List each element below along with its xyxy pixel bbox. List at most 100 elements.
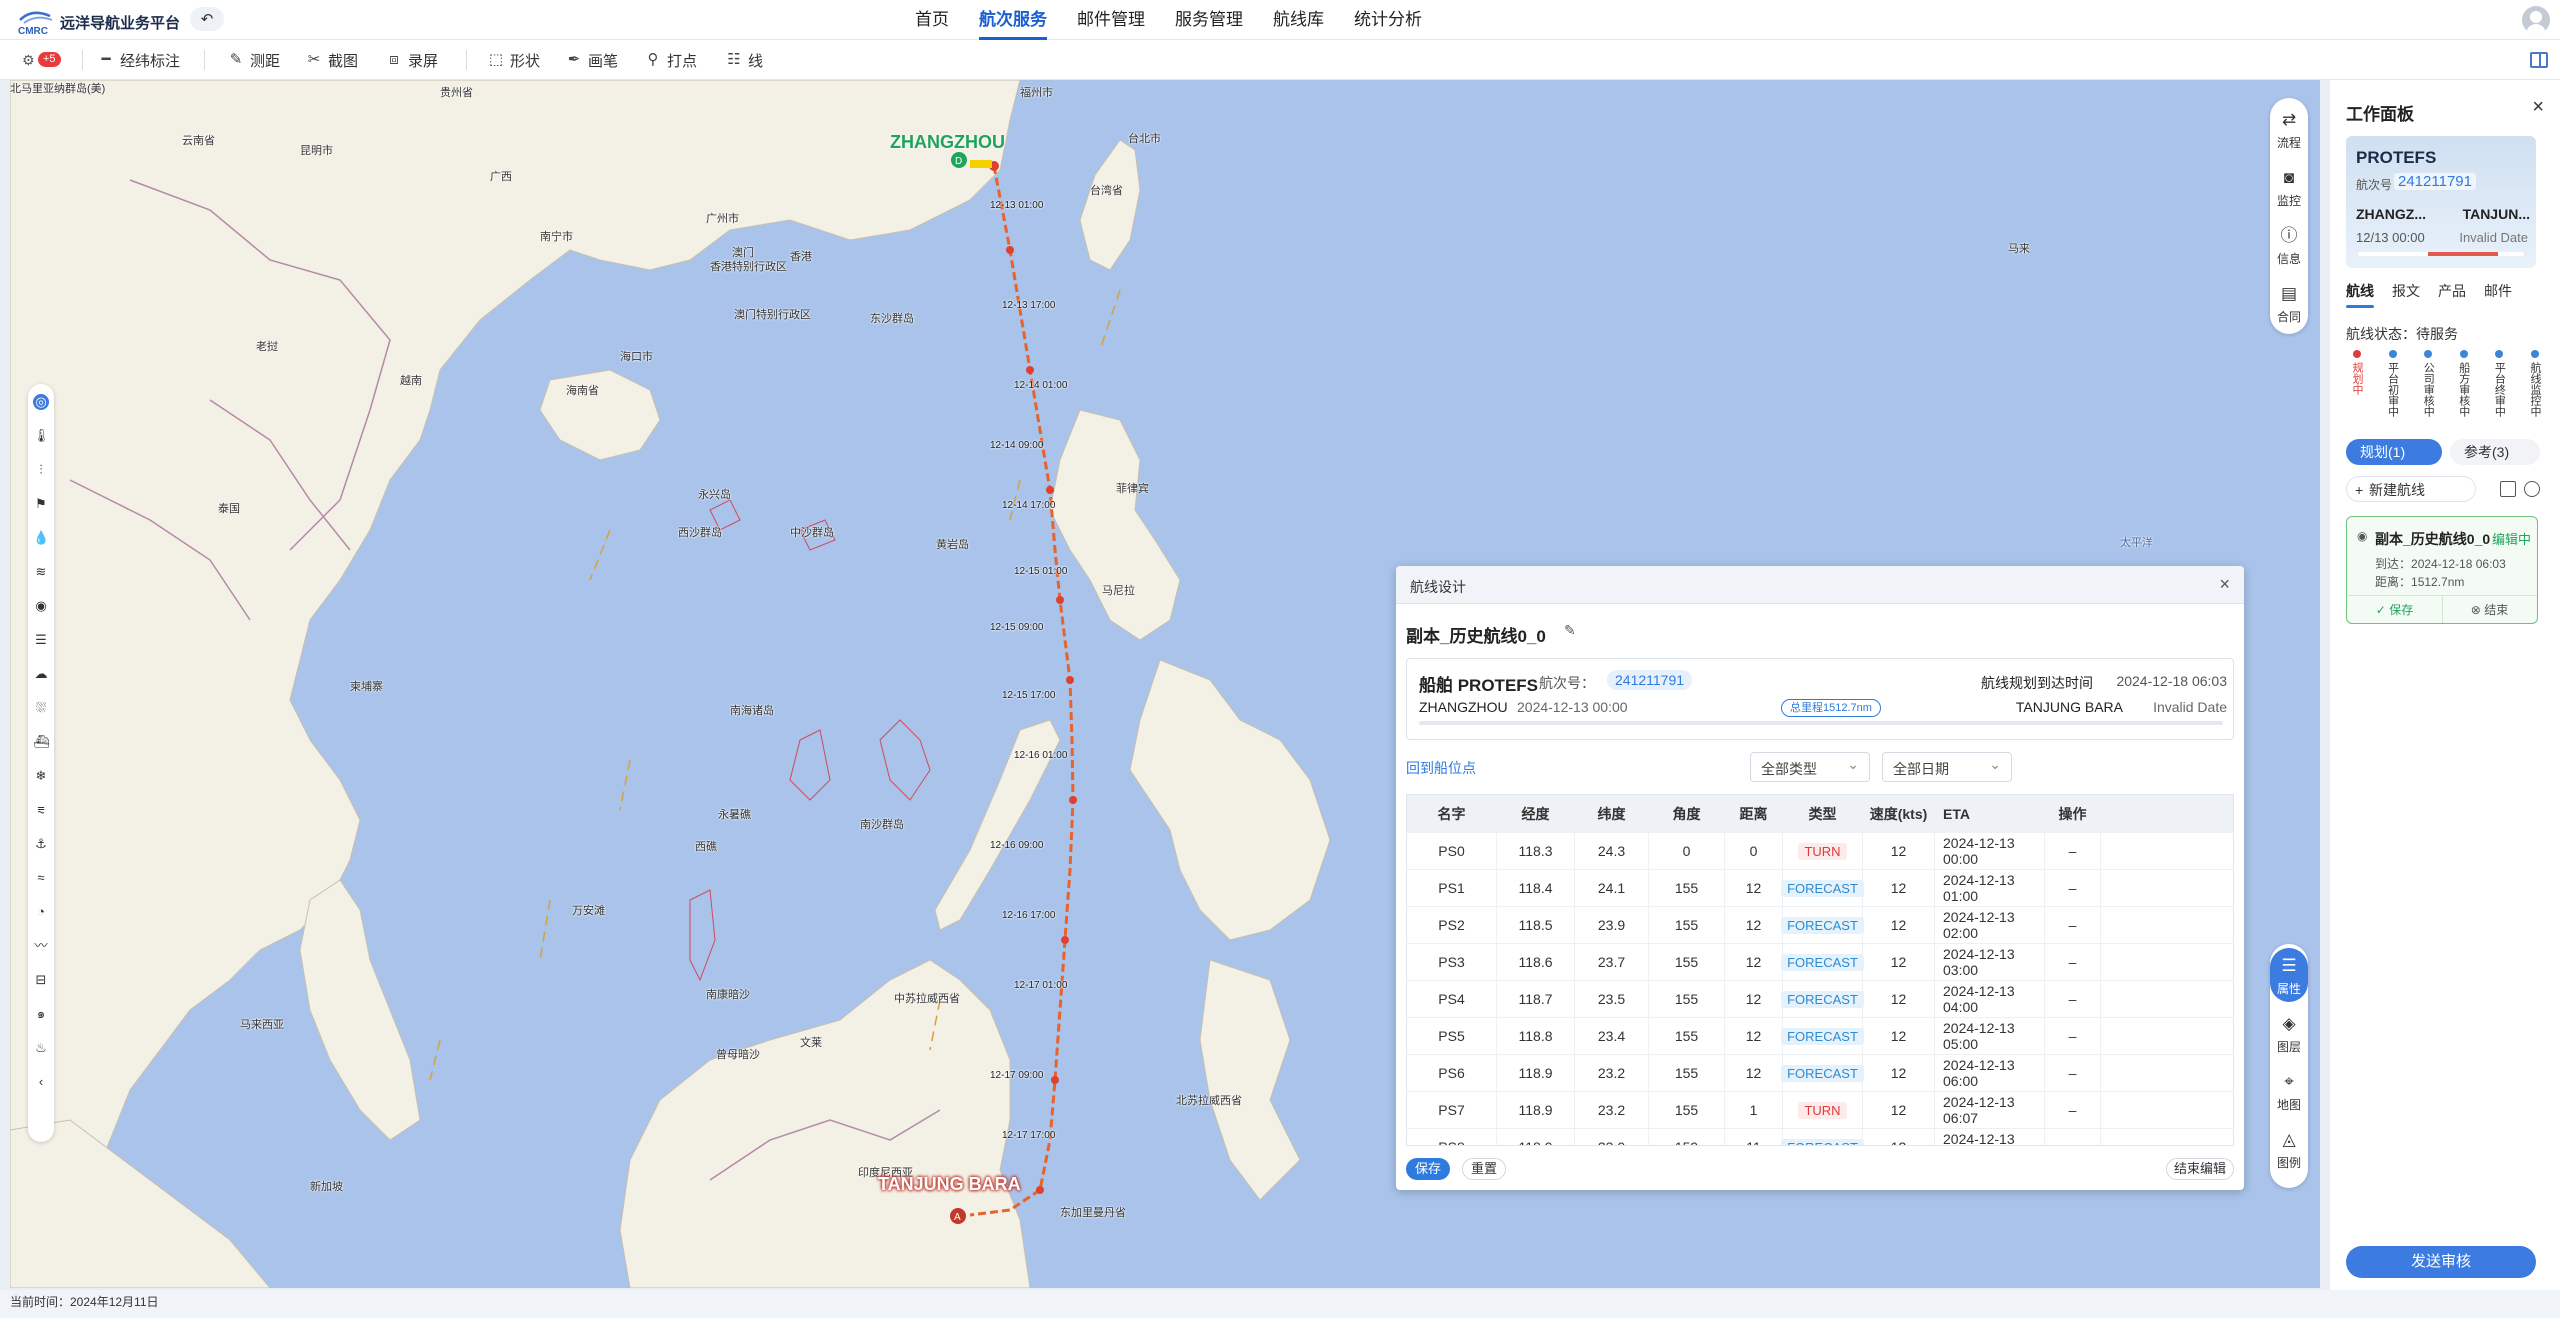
ship-icon[interactable] bbox=[970, 160, 992, 168]
nav-item-3[interactable]: 服务管理 bbox=[1160, 0, 1258, 40]
end-edit-button[interactable]: 结束编辑 bbox=[2166, 1158, 2234, 1180]
ice-edge-icon[interactable]: ⊟ bbox=[33, 972, 49, 988]
eye-icon[interactable]: ◉ bbox=[2357, 529, 2367, 543]
contract-icon: ▤ bbox=[2280, 284, 2298, 303]
route-save-button[interactable]: ✓ 保存 bbox=[2347, 595, 2443, 623]
back-to-ship-link[interactable]: 回到船位点 bbox=[1406, 758, 1476, 778]
import-icon[interactable] bbox=[2500, 481, 2516, 497]
plan-tab-button[interactable]: 规划(1) bbox=[2346, 439, 2442, 465]
table-cell-op[interactable]: – bbox=[2045, 870, 2101, 906]
edit-icon[interactable]: ✎ bbox=[1564, 622, 1576, 639]
ice-icon[interactable]: ❄ bbox=[33, 768, 49, 784]
tide-icon[interactable]: ⩳ bbox=[33, 802, 49, 818]
work-panel-tab-3[interactable]: 邮件 bbox=[2484, 280, 2512, 310]
table-cell-op[interactable]: – bbox=[2045, 1055, 2101, 1091]
table-row[interactable]: PS5 118.8 23.4 155 12 FORECAST 12 2024-12-13 05… bbox=[1407, 1018, 2233, 1055]
nav-item-4[interactable]: 航线库 bbox=[1258, 0, 1339, 40]
type-filter-select[interactable]: 全部类型 bbox=[1750, 752, 1870, 782]
cell-value: – bbox=[2068, 1102, 2077, 1118]
nav-item-1[interactable]: 航次服务 bbox=[964, 0, 1062, 40]
nav-item-5[interactable]: 统计分析 bbox=[1339, 0, 1437, 40]
current-icon[interactable]: ≈ bbox=[33, 870, 49, 886]
route-end-button[interactable]: ⊗ 结束 bbox=[2442, 595, 2537, 623]
tool-7[interactable]: ☷ 线 bbox=[726, 40, 763, 80]
tool-1[interactable]: ✎ 测距 bbox=[228, 40, 280, 80]
right-tool-3[interactable]: ▤ 合同 bbox=[2270, 276, 2308, 330]
close-icon[interactable]: × bbox=[2219, 574, 2230, 595]
table-row[interactable]: PS0 118.3 24.3 0 0 TURN 12 2024-12-13 00:00 – bbox=[1407, 833, 2233, 870]
table-cell-op[interactable]: – bbox=[2045, 833, 2101, 869]
route-time-label: 12-14 01:00 bbox=[1014, 380, 1068, 391]
heat-icon[interactable]: ♨ bbox=[33, 1040, 49, 1056]
compass-icon[interactable]: ◎ bbox=[33, 394, 49, 410]
reset-button[interactable]: 重置 bbox=[1462, 1158, 1506, 1180]
avatar[interactable] bbox=[2522, 6, 2550, 34]
tool-label: 截图 bbox=[328, 52, 359, 70]
table-row[interactable]: PS7 118.9 23.2 155 1 TURN 12 2024-12-13 06:07 – bbox=[1407, 1092, 2233, 1129]
collapse-icon[interactable]: ‹ bbox=[33, 1074, 49, 1090]
tool-4[interactable]: ⬚ 形状 bbox=[488, 40, 540, 80]
save-button[interactable]: 保存 bbox=[1406, 1158, 1450, 1180]
nav-item-2[interactable]: 邮件管理 bbox=[1062, 0, 1160, 40]
table-row[interactable]: PS3 118.6 23.7 155 12 FORECAST 12 2024-12-13 03… bbox=[1407, 944, 2233, 981]
cloud-icon[interactable]: ☁ bbox=[33, 666, 49, 682]
cell-value: 12 bbox=[1745, 880, 1762, 896]
work-panel-tab-0[interactable]: 航线 bbox=[2346, 280, 2374, 310]
right-tool-label: 图例 bbox=[2276, 1156, 2301, 1170]
table-cell-op[interactable]: – bbox=[2045, 1092, 2101, 1128]
close-icon[interactable]: × bbox=[2532, 96, 2544, 119]
notification-button[interactable]: ⚙ +5 bbox=[20, 48, 61, 72]
tool-6[interactable]: ⚲ 打点 bbox=[645, 40, 698, 80]
back-button[interactable]: ↶ bbox=[190, 7, 224, 31]
right-tool-1[interactable]: ◈ 图层 bbox=[2270, 1006, 2308, 1060]
wind-icon[interactable]: ≋ bbox=[33, 564, 49, 580]
right-tool-2[interactable]: ⓘ 信息 bbox=[2270, 218, 2308, 272]
tool-5[interactable]: ✒ 画笔 bbox=[566, 40, 618, 80]
flag-icon[interactable]: ⚑ bbox=[33, 496, 49, 512]
drop-icon[interactable]: 💧 bbox=[33, 530, 49, 546]
typhoon-icon[interactable]: ๑ bbox=[33, 1006, 49, 1022]
temperature-icon[interactable]: ⫶ bbox=[33, 462, 49, 478]
right-tool-0[interactable]: ⇄ 流程 bbox=[2270, 102, 2308, 156]
history-icon[interactable] bbox=[2524, 481, 2540, 497]
right-tool-3[interactable]: ◬ 图例 bbox=[2270, 1122, 2308, 1176]
work-panel-tab-2[interactable]: 产品 bbox=[2438, 280, 2466, 310]
table-cell-lat: 23.2 bbox=[1575, 1092, 1649, 1128]
ship-card[interactable]: PROTEFS 航次号 241211791 ZHANGZ... TANJUN..… bbox=[2346, 136, 2536, 268]
tool-2[interactable]: ✂ 截图 bbox=[306, 40, 358, 80]
cloud-rain-icon[interactable]: ⛆ bbox=[33, 700, 49, 716]
right-tool-0[interactable]: ☰ 属性 bbox=[2270, 948, 2308, 1002]
table-row[interactable]: PS6 118.9 23.2 155 12 FORECAST 12 2024-12-13 06… bbox=[1407, 1055, 2233, 1092]
table-row[interactable]: PS4 118.7 23.5 155 12 FORECAST 12 2024-12-13 04… bbox=[1407, 981, 2233, 1018]
thermometer-icon[interactable]: 🌡 bbox=[33, 428, 50, 444]
ship-icon[interactable]: ⛴ bbox=[33, 734, 50, 750]
route-card[interactable]: ◉ 副本_历史航线0_0 编辑中 到达：2024-12-18 06:03 距离：… bbox=[2346, 516, 2538, 624]
table-cell-op[interactable]: – bbox=[2045, 907, 2101, 943]
table-cell-op[interactable]: – bbox=[2045, 1018, 2101, 1054]
nav-item-0[interactable]: 首页 bbox=[900, 0, 964, 40]
date-filter-select[interactable]: 全部日期 bbox=[1882, 752, 2012, 782]
work-panel-tab-1[interactable]: 报文 bbox=[2392, 280, 2420, 310]
reference-tab-button[interactable]: 参考(3) bbox=[2450, 439, 2540, 465]
pressure-icon[interactable]: ◔ bbox=[33, 904, 49, 920]
tool-0[interactable]: ━ 经纬标注 bbox=[98, 40, 180, 80]
submit-review-button[interactable]: 发送审核 bbox=[2346, 1246, 2536, 1278]
step-dot bbox=[2388, 350, 2397, 358]
waves-icon[interactable]: ☰ bbox=[33, 632, 49, 648]
right-tool-1[interactable]: ◙ 监控 bbox=[2270, 160, 2308, 214]
new-route-button[interactable]: + 新建航线 bbox=[2346, 476, 2476, 502]
eye-icon[interactable]: ◉ bbox=[33, 598, 49, 614]
cell-value: 118.9 bbox=[1518, 1102, 1553, 1118]
panel-toggle-icon[interactable] bbox=[2530, 52, 2548, 68]
table-cell-name: PS4 bbox=[1407, 981, 1497, 1017]
swell-icon[interactable]: 〰 bbox=[33, 938, 49, 954]
table-cell-op[interactable]: – bbox=[2045, 981, 2101, 1017]
anchor-icon[interactable]: ⚓ bbox=[33, 836, 49, 852]
table-row[interactable]: PS1 118.4 24.1 155 12 FORECAST 12 2024-12-13 01… bbox=[1407, 870, 2233, 907]
table-row[interactable]: PS2 118.5 23.9 155 12 FORECAST 12 2024-12-13 02… bbox=[1407, 907, 2233, 944]
table-cell-op[interactable]: – bbox=[2045, 944, 2101, 980]
table-row[interactable]: PS8 118.9 23.0 159 11 FORECAST 12 2024-12-13 07… bbox=[1407, 1129, 2233, 1145]
table-cell-op[interactable]: – bbox=[2045, 1129, 2101, 1145]
right-tool-2[interactable]: ⌖ 地图 bbox=[2270, 1064, 2308, 1118]
tool-3[interactable]: ⧈ 录屏 bbox=[386, 40, 438, 80]
